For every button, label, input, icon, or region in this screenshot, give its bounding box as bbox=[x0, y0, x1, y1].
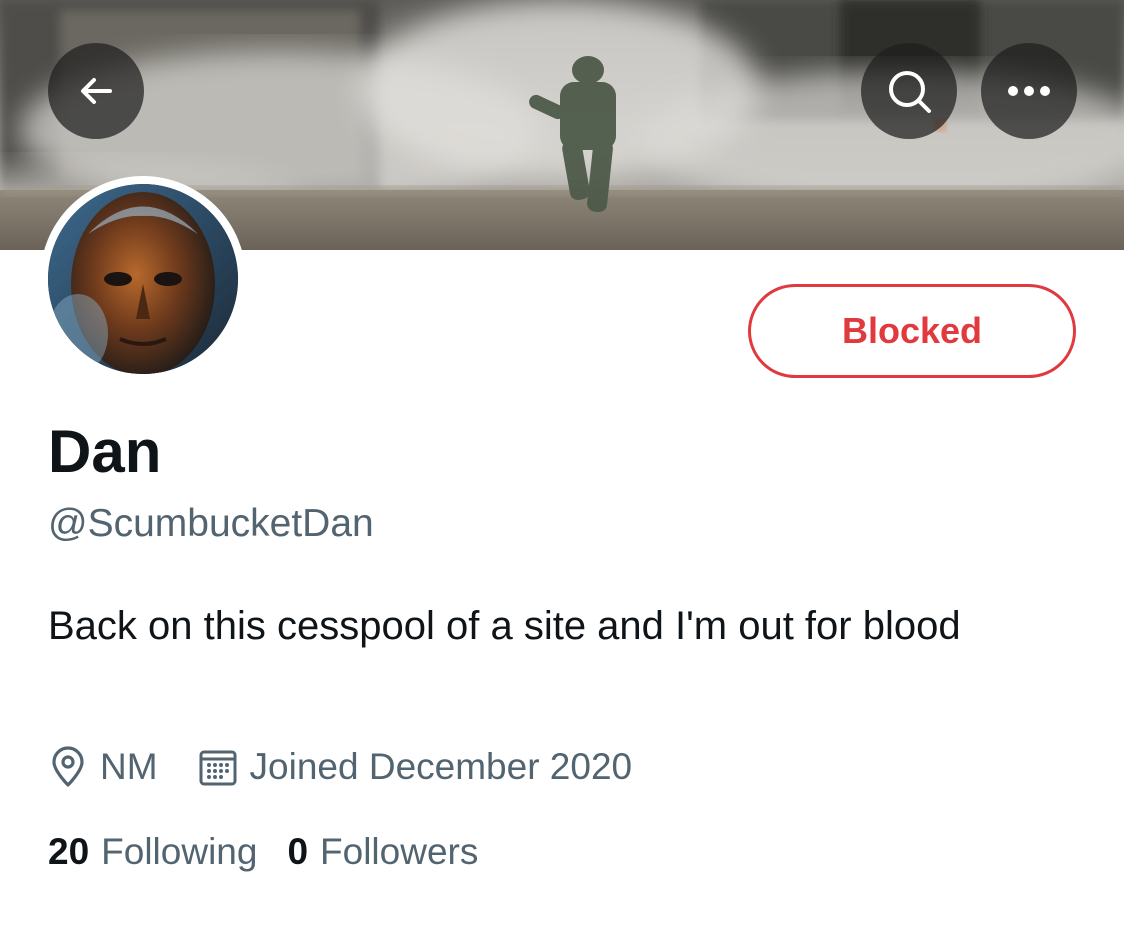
calendar-icon bbox=[198, 747, 250, 787]
blocked-button[interactable]: Blocked bbox=[748, 284, 1076, 378]
profile-meta: NM Joined December 2020 bbox=[48, 740, 672, 794]
avatar-image bbox=[48, 184, 238, 374]
joined-item: Joined December 2020 bbox=[198, 746, 633, 788]
location-item: NM bbox=[48, 746, 158, 788]
search-button[interactable] bbox=[861, 43, 957, 139]
back-button[interactable] bbox=[48, 43, 144, 139]
following-link[interactable]: 20 Following bbox=[48, 831, 257, 873]
following-label: Following bbox=[101, 831, 258, 872]
followers-count: 0 bbox=[287, 831, 309, 872]
location-pin-icon bbox=[48, 746, 100, 788]
profile-page: Blocked Dan @ScumbucketDan Back on this … bbox=[0, 0, 1124, 930]
more-options-button[interactable] bbox=[981, 43, 1077, 139]
display-name: Dan bbox=[48, 418, 162, 485]
user-handle: @ScumbucketDan bbox=[48, 502, 374, 545]
avatar-ring bbox=[40, 176, 246, 382]
arrow-left-icon bbox=[76, 71, 116, 111]
location-text: NM bbox=[100, 746, 158, 787]
followers-link[interactable]: 0 Followers bbox=[287, 831, 478, 873]
following-count: 20 bbox=[48, 831, 90, 872]
blocked-button-label: Blocked bbox=[841, 310, 983, 351]
joined-text: Joined December 2020 bbox=[249, 746, 633, 787]
profile-bio: Back on this cesspool of a site and I'm … bbox=[48, 604, 961, 648]
follow-stats: 20 Following 0 Followers bbox=[48, 826, 508, 878]
followers-label: Followers bbox=[320, 831, 479, 872]
search-icon bbox=[885, 67, 933, 115]
more-icon bbox=[1007, 85, 1051, 97]
avatar[interactable] bbox=[48, 184, 238, 374]
